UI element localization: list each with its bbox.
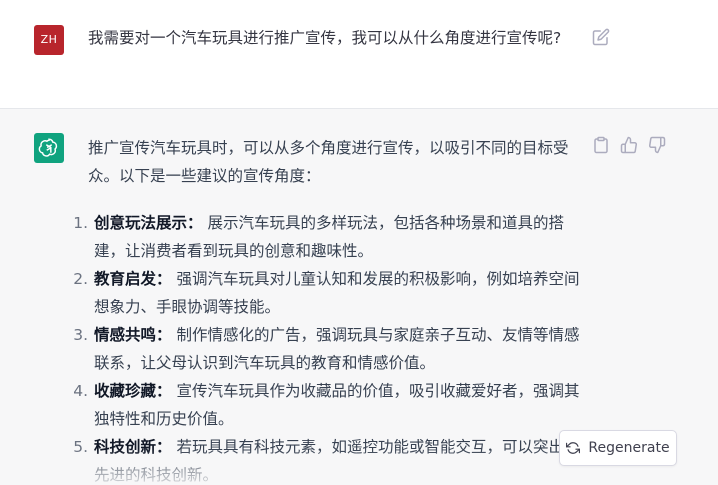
list-number: 4. bbox=[73, 382, 88, 400]
regenerate-button[interactable]: Regenerate bbox=[559, 430, 677, 466]
user-avatar: ZH bbox=[34, 25, 64, 55]
list-item-title: 科技创新： bbox=[94, 438, 172, 456]
list-item: 3. 情感共鸣： 制作情感化的广告，强调玩具与家庭亲子互动、友情等情感联系，让父… bbox=[70, 321, 580, 377]
assistant-intro-text: 推广宣传汽车玩具时，可以从多个角度进行宣传，以吸引不同的目标受众。以下是一些建议… bbox=[88, 139, 569, 185]
list-item: 5. 科技创新： 若玩具具有科技元素，如遥控功能或智能交互，可以突出其先进的科技… bbox=[70, 433, 580, 485]
list-number: 1. bbox=[73, 214, 88, 232]
regenerate-label: Regenerate bbox=[588, 440, 670, 456]
chat-page: ZH 我需要对一个汽车玩具进行推广宣传，我可以从什么角度进行宣传呢? 推广宣传汽… bbox=[0, 0, 718, 485]
list-number: 3. bbox=[73, 326, 88, 344]
list-item: 2. 教育启发： 强调汽车玩具对儿童认知和发展的积极影响，例如培养空间想象力、手… bbox=[70, 265, 580, 321]
user-message-row: ZH 我需要对一个汽车玩具进行推广宣传，我可以从什么角度进行宣传呢? bbox=[0, 0, 718, 109]
openai-logo-icon bbox=[38, 138, 58, 157]
list-item-title: 创意玩法展示： bbox=[94, 214, 203, 232]
list-item: 1. 创意玩法展示： 展示汽车玩具的多样玩法，包括各种场景和道具的搭建，让消费者… bbox=[70, 209, 580, 265]
list-number: 5. bbox=[73, 438, 88, 456]
refresh-icon bbox=[566, 442, 581, 454]
edit-icon[interactable] bbox=[592, 28, 610, 46]
list-item-title: 收藏珍藏： bbox=[94, 382, 172, 400]
suggestion-list: 1. 创意玩法展示： 展示汽车玩具的多样玩法，包括各种场景和道具的搭建，让消费者… bbox=[70, 209, 580, 485]
list-item: 4. 收藏珍藏： 宣传汽车玩具作为收藏品的价值，吸引收藏爱好者，强调其独特性和历… bbox=[70, 377, 580, 433]
assistant-message-row: 推广宣传汽车玩具时，可以从多个角度进行宣传，以吸引不同的目标受众。以下是一些建议… bbox=[0, 109, 718, 485]
thumbs-down-icon[interactable] bbox=[648, 136, 666, 154]
message-actions bbox=[592, 136, 666, 154]
list-item-title: 情感共鸣： bbox=[94, 326, 172, 344]
user-message-text: 我需要对一个汽车玩具进行推广宣传，我可以从什么角度进行宣传呢? bbox=[88, 29, 562, 47]
copy-icon[interactable] bbox=[592, 136, 610, 154]
thumbs-up-icon[interactable] bbox=[620, 136, 638, 154]
assistant-avatar bbox=[34, 133, 64, 163]
list-number: 2. bbox=[73, 270, 88, 288]
list-item-title: 教育启发： bbox=[94, 270, 172, 288]
